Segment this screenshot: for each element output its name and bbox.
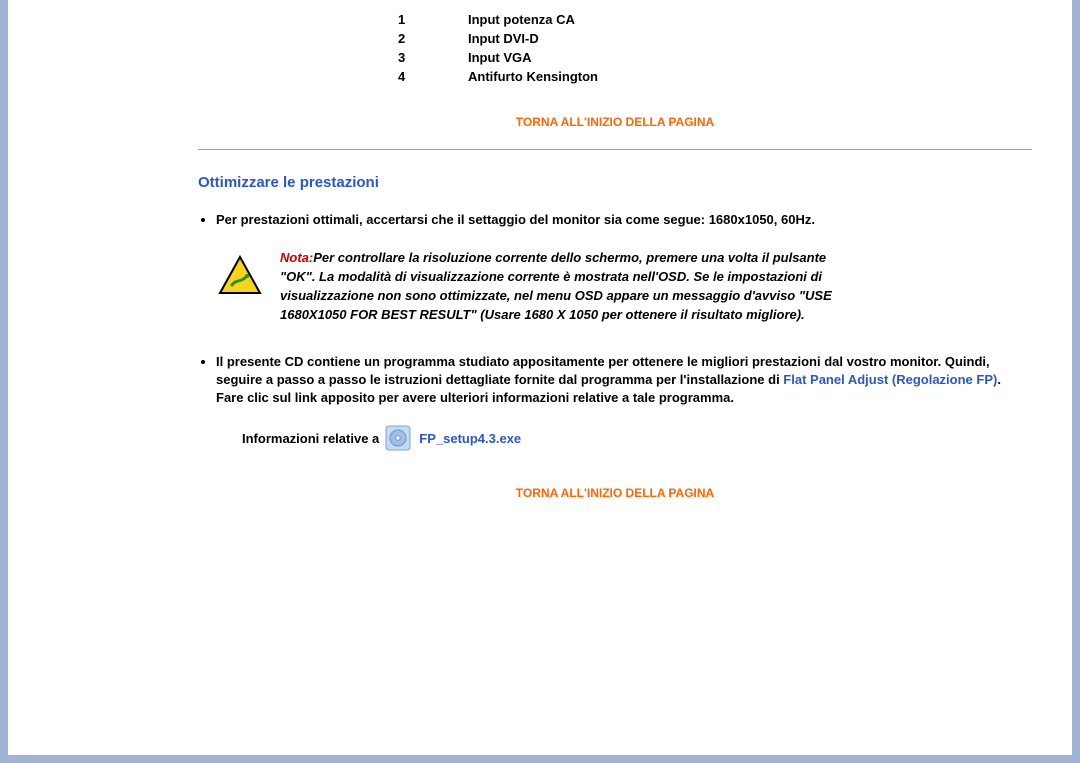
note-body: Per controllare la risoluzione corrente …	[280, 250, 832, 322]
cd-icon	[385, 425, 411, 451]
content-area: 1 Input potenza CA 2 Input DVI-D 3 Input…	[8, 0, 1072, 550]
flat-panel-adjust-link[interactable]: Flat Panel Adjust (Regolazione FP)	[783, 372, 997, 387]
port-label: Input VGA	[468, 48, 598, 67]
port-list-table: 1 Input potenza CA 2 Input DVI-D 3 Input…	[398, 10, 598, 86]
port-number: 4	[398, 67, 468, 86]
port-number: 1	[398, 10, 468, 29]
file-info-row: Informazioni relative a FP_setup4.3.exe	[242, 425, 1032, 451]
back-to-top-wrapper: TORNA ALL'INIZIO DELLA PAGINA	[198, 114, 1032, 129]
divider	[198, 149, 1032, 150]
port-label: Input DVI-D	[468, 29, 598, 48]
port-label: Input potenza CA	[468, 10, 598, 29]
port-label: Antifurto Kensington	[468, 67, 598, 86]
list-item: Per prestazioni ottimali, accertarsi che…	[216, 211, 1012, 229]
page-frame: 1 Input potenza CA 2 Input DVI-D 3 Input…	[0, 0, 1080, 763]
port-number: 3	[398, 48, 468, 67]
table-row: 1 Input potenza CA	[398, 10, 598, 29]
info-prefix: Informazioni relative a	[242, 431, 379, 446]
table-row: 3 Input VGA	[398, 48, 598, 67]
section-heading: Ottimizzare le prestazioni	[198, 174, 1032, 191]
note-text: Nota:Per controllare la risoluzione corr…	[280, 249, 840, 324]
port-number: 2	[398, 29, 468, 48]
bullet-list: Il presente CD contiene un programma stu…	[216, 353, 1012, 408]
note-block: Nota:Per controllare la risoluzione corr…	[218, 249, 1032, 324]
back-to-top-link[interactable]: TORNA ALL'INIZIO DELLA PAGINA	[516, 486, 714, 500]
table-row: 4 Antifurto Kensington	[398, 67, 598, 86]
fp-setup-file-link[interactable]: FP_setup4.3.exe	[419, 431, 521, 446]
table-row: 2 Input DVI-D	[398, 29, 598, 48]
back-to-top-link[interactable]: TORNA ALL'INIZIO DELLA PAGINA	[516, 115, 714, 129]
bullet-list: Per prestazioni ottimali, accertarsi che…	[216, 211, 1012, 229]
list-item: Il presente CD contiene un programma stu…	[216, 353, 1012, 408]
note-label: Nota:	[280, 250, 313, 265]
warning-icon	[218, 255, 262, 295]
back-to-top-wrapper: TORNA ALL'INIZIO DELLA PAGINA	[198, 485, 1032, 500]
